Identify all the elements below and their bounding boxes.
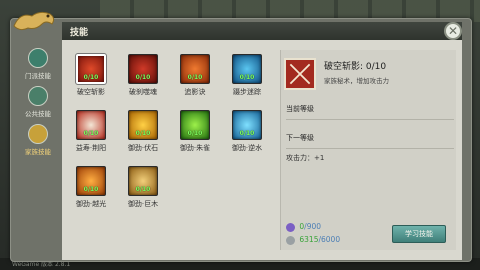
skill-level: 0/10 [187, 130, 203, 137]
contribution-icon [286, 222, 295, 232]
skill-level: 0/10 [135, 74, 151, 81]
skill-slot[interactable]: 0/10 御劲·越光 [72, 166, 110, 214]
skill-name: 蹑步迷踪 [233, 88, 261, 96]
dragon-logo-icon [13, 11, 55, 31]
sect-skill-icon [28, 48, 48, 68]
skill-name: 破空斩影 [77, 88, 105, 96]
skill-slot[interactable]: 0/10 益寿·荆阳 [72, 110, 110, 158]
skill-name: 御劲·伏石 [127, 144, 159, 152]
skill-grid: 0/10 破空斩影 0/10 破刹噬魂 0/10 追影诀 0/10 蹑步迷踪 0… [70, 50, 270, 220]
skill-name: 御劲·逆水 [231, 144, 263, 152]
skill-level: 0/10 [239, 74, 255, 81]
sidebar-item-sect-skills[interactable]: 门派技能 [14, 46, 62, 84]
current-level-header: 当前等级 [286, 104, 454, 120]
sidebar-item-common-skills[interactable]: 公共技能 [14, 84, 62, 122]
skill-slot[interactable]: 0/10 追影诀 [176, 54, 214, 102]
family-skill-icon [28, 124, 48, 144]
skill-level: 0/10 [187, 74, 203, 81]
skill-slot[interactable]: 0/10 御劲·巨木 [124, 166, 162, 214]
skill-level: 0/10 [83, 130, 99, 137]
silver-icon [286, 235, 295, 245]
close-icon: ✕ [447, 24, 459, 38]
skill-level: 0/10 [135, 130, 151, 137]
sidebar-item-family-skills[interactable]: 家族技能 [14, 122, 62, 160]
learn-skill-button[interactable]: 学习技能 [392, 225, 446, 243]
skill-name: 益寿·荆阳 [75, 144, 107, 152]
skill-slot[interactable]: 0/10 蹑步迷踪 [228, 54, 266, 102]
skill-level: 0/10 [83, 186, 99, 193]
contribution-resource: 0/900 [286, 222, 321, 232]
skill-name: 追影诀 [184, 88, 206, 96]
sidebar-item-label: 门派技能 [25, 72, 51, 80]
skill-level: 0/10 [239, 130, 255, 137]
skill-slot[interactable]: 0/10 御劲·逆水 [228, 110, 266, 158]
next-level-header: 下一等级 [286, 133, 454, 149]
skill-name: 破刹噬魂 [129, 88, 157, 96]
window-header [62, 22, 462, 40]
skill-name: 御劲·朱雀 [179, 144, 211, 152]
skill-detail-description: 家族秘术，增加攻击力 [324, 77, 389, 85]
crossed-swords-glyph [289, 63, 311, 85]
sidebar: 门派技能 公共技能 家族技能 [14, 40, 62, 260]
silver-max: /6000 [318, 235, 341, 244]
next-level-attribute: 攻击力：+1 [286, 154, 325, 162]
skill-level: 0/10 [83, 74, 99, 81]
skill-slot[interactable]: 0/10 御劲·伏石 [124, 110, 162, 158]
skill-slot[interactable]: 0/10 破空斩影 [72, 53, 110, 102]
contribution-max: /900 [304, 222, 322, 231]
skill-name: 御劲·巨木 [127, 200, 159, 208]
silver-current: 6315 [299, 235, 319, 244]
skill-name: 御劲·越光 [75, 200, 107, 208]
close-button[interactable]: ✕ [444, 22, 462, 40]
silver-resource: 6315/6000 [286, 235, 340, 245]
sidebar-item-label: 公共技能 [25, 110, 51, 118]
skill-detail-name: 破空斩影: 0/10 [324, 62, 387, 72]
crossed-swords-icon [284, 58, 316, 90]
skill-level: 0/10 [135, 186, 151, 193]
common-skill-icon [28, 86, 48, 106]
window-title: 技能 [70, 28, 89, 38]
skill-slot[interactable]: 0/10 御劲·朱雀 [176, 110, 214, 158]
skill-slot[interactable]: 0/10 破刹噬魂 [124, 54, 162, 102]
sidebar-item-label: 家族技能 [25, 148, 51, 156]
